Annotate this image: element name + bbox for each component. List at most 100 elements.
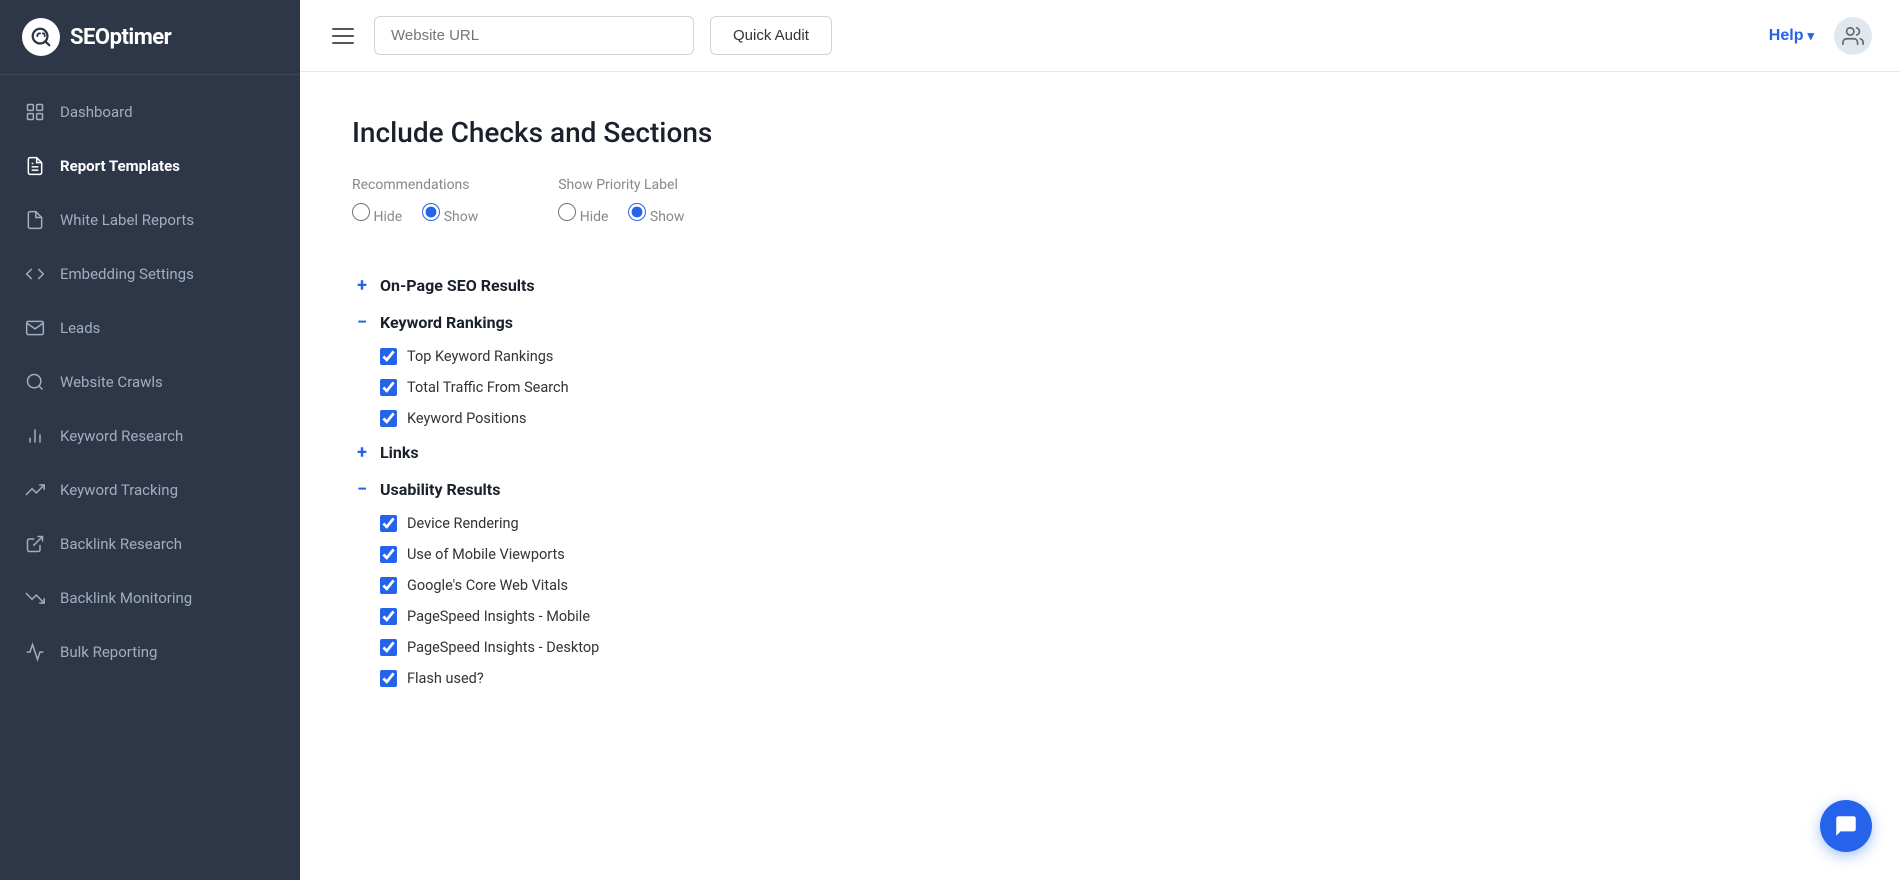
recommendations-label: Recommendations [352, 177, 478, 193]
check-top-keyword-rankings-input[interactable] [380, 348, 397, 365]
sidebar-item-keyword-tracking[interactable]: Keyword Tracking [0, 463, 300, 517]
check-pagespeed-mobile-input[interactable] [380, 608, 397, 625]
embedding-icon [24, 263, 46, 285]
priority-show-label[interactable]: Show [628, 203, 684, 225]
help-button[interactable]: Help ▾ [1769, 27, 1814, 45]
sidebar-item-label: White Label Reports [60, 211, 194, 229]
url-input[interactable] [374, 16, 694, 55]
sidebar-item-backlink-monitoring[interactable]: Backlink Monitoring [0, 571, 300, 625]
white-label-icon [24, 209, 46, 231]
on-page-seo-toggle: + [352, 275, 372, 296]
leads-icon [24, 317, 46, 339]
sidebar-item-label: Dashboard [60, 103, 133, 121]
main-content: Include Checks and Sections Recommendati… [300, 72, 1900, 880]
sidebar-item-report-templates[interactable]: Report Templates [0, 139, 300, 193]
check-mobile-viewports-input[interactable] [380, 546, 397, 563]
sidebar-logo: SEOptimer [0, 0, 300, 75]
user-icon-button[interactable] [1834, 17, 1872, 55]
chat-bubble-icon [1833, 813, 1859, 839]
check-keyword-positions: Keyword Positions [352, 403, 1848, 434]
bulk-reporting-icon [24, 641, 46, 663]
check-flash-used-input[interactable] [380, 670, 397, 687]
sidebar-item-label: Keyword Tracking [60, 481, 178, 499]
links-toggle: + [352, 442, 372, 463]
check-keyword-positions-input[interactable] [380, 410, 397, 427]
quick-audit-button[interactable]: Quick Audit [710, 16, 832, 55]
check-total-traffic: Total Traffic From Search [352, 372, 1848, 403]
sidebar-item-backlink-research[interactable]: Backlink Research [0, 517, 300, 571]
check-pagespeed-desktop-input[interactable] [380, 639, 397, 656]
sidebar-item-label: Website Crawls [60, 373, 163, 391]
recommendations-hide-label[interactable]: Hide [352, 203, 402, 225]
check-mobile-viewports: Use of Mobile Viewports [352, 539, 1848, 570]
check-core-web-vitals: Google's Core Web Vitals [352, 570, 1848, 601]
top-bar: Quick Audit Help ▾ [300, 0, 1900, 72]
check-pagespeed-mobile-label: PageSpeed Insights - Mobile [407, 608, 590, 625]
main-area: Quick Audit Help ▾ Include Checks and Se… [300, 0, 1900, 880]
sidebar-item-keyword-research[interactable]: Keyword Research [0, 409, 300, 463]
check-device-rendering-label: Device Rendering [407, 515, 519, 532]
options-row: Recommendations Hide Show Show Priority … [352, 177, 1848, 235]
section-links[interactable]: + Links [352, 434, 1848, 471]
check-total-traffic-label: Total Traffic From Search [407, 379, 569, 396]
keyword-research-icon [24, 425, 46, 447]
check-pagespeed-desktop: PageSpeed Insights - Desktop [352, 632, 1848, 663]
hamburger-button[interactable] [328, 24, 358, 48]
sidebar-item-white-label[interactable]: White Label Reports [0, 193, 300, 247]
sidebar-item-website-crawls[interactable]: Website Crawls [0, 355, 300, 409]
section-usability[interactable]: − Usability Results [352, 471, 1848, 508]
keyword-rankings-toggle: − [352, 312, 372, 333]
report-templates-icon [24, 155, 46, 177]
section-on-page-seo[interactable]: + On-Page SEO Results [352, 267, 1848, 304]
priority-hide-radio[interactable] [558, 203, 576, 221]
sidebar-item-label: Keyword Research [60, 427, 183, 445]
priority-show-radio[interactable] [628, 203, 646, 221]
page-title: Include Checks and Sections [352, 116, 1848, 149]
sidebar-item-label: Backlink Monitoring [60, 589, 192, 607]
check-device-rendering: Device Rendering [352, 508, 1848, 539]
usability-title: Usability Results [380, 480, 500, 499]
usability-toggle: − [352, 479, 372, 500]
sidebar-item-bulk-reporting[interactable]: Bulk Reporting [0, 625, 300, 679]
check-pagespeed-desktop-label: PageSpeed Insights - Desktop [407, 639, 599, 656]
keyword-rankings-title: Keyword Rankings [380, 313, 513, 332]
logo-text: SEOptimer [70, 25, 171, 50]
chat-bubble-button[interactable] [1820, 800, 1872, 852]
sidebar-item-dashboard[interactable]: Dashboard [0, 85, 300, 139]
sidebar-item-label: Leads [60, 319, 100, 337]
check-flash-used-label: Flash used? [407, 670, 484, 687]
sidebar: SEOptimer Dashboard Report Templates Whi… [0, 0, 300, 880]
backlink-monitoring-icon [24, 587, 46, 609]
section-keyword-rankings[interactable]: − Keyword Rankings [352, 304, 1848, 341]
recommendations-show-label[interactable]: Show [422, 203, 478, 225]
check-top-keyword-rankings-label: Top Keyword Rankings [407, 348, 553, 365]
help-chevron-icon: ▾ [1807, 28, 1814, 44]
sidebar-item-leads[interactable]: Leads [0, 301, 300, 355]
hamburger-line-1 [332, 28, 354, 30]
check-core-web-vitals-input[interactable] [380, 577, 397, 594]
sidebar-item-label: Embedding Settings [60, 265, 194, 283]
hamburger-line-2 [332, 35, 354, 37]
recommendations-show-radio[interactable] [422, 203, 440, 221]
backlink-research-icon [24, 533, 46, 555]
sidebar-item-embedding[interactable]: Embedding Settings [0, 247, 300, 301]
recommendations-option: Recommendations Hide Show [352, 177, 478, 235]
priority-label-option: Show Priority Label Hide Show [558, 177, 684, 235]
sections-list: + On-Page SEO Results − Keyword Rankings… [352, 267, 1848, 694]
dashboard-icon [24, 101, 46, 123]
sidebar-item-label: Backlink Research [60, 535, 182, 553]
priority-label-label: Show Priority Label [558, 177, 684, 193]
check-device-rendering-input[interactable] [380, 515, 397, 532]
check-core-web-vitals-label: Google's Core Web Vitals [407, 577, 568, 594]
logo-icon [22, 18, 60, 56]
links-title: Links [380, 443, 419, 462]
recommendations-hide-radio[interactable] [352, 203, 370, 221]
hamburger-line-3 [332, 42, 354, 44]
check-total-traffic-input[interactable] [380, 379, 397, 396]
on-page-seo-title: On-Page SEO Results [380, 276, 535, 295]
priority-hide-label[interactable]: Hide [558, 203, 608, 225]
user-icon [1842, 25, 1864, 47]
priority-radio-group: Hide Show [558, 203, 684, 235]
check-keyword-positions-label: Keyword Positions [407, 410, 526, 427]
check-pagespeed-mobile: PageSpeed Insights - Mobile [352, 601, 1848, 632]
